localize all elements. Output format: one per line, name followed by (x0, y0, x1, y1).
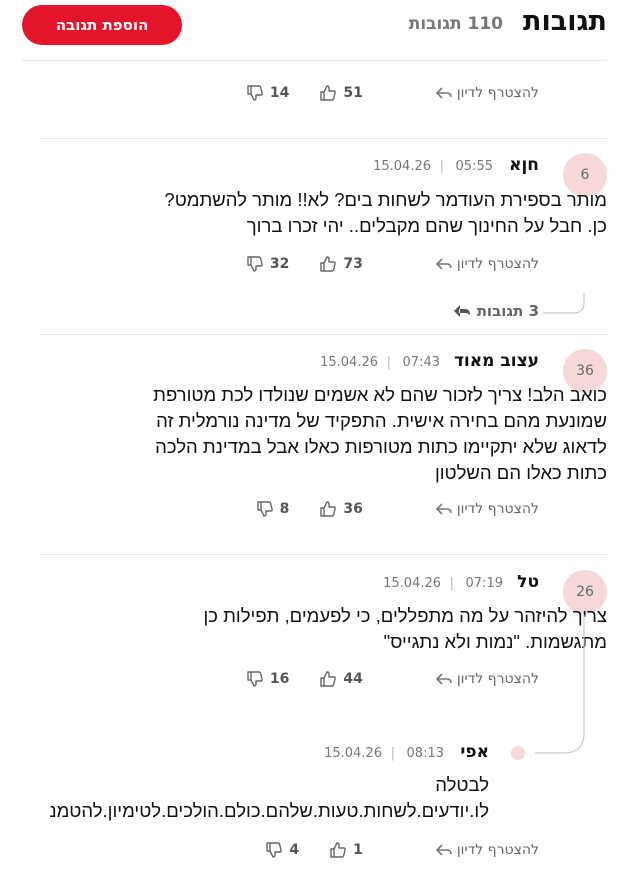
dislike-count: 32 (269, 256, 290, 272)
like-button[interactable]: 51 (319, 84, 363, 102)
comments-count: 110 תגובות (408, 14, 503, 34)
dislike-button[interactable]: 16 (246, 670, 289, 688)
comment-actions: להצטרף לדיון 44 16 (159, 666, 539, 692)
reply-author: אפי (460, 742, 489, 762)
top-actions: להצטרף לדיון 51 14 (159, 80, 539, 106)
replies-count-label: 3 תגובות (476, 302, 539, 320)
comment-time: 05:55 (455, 159, 493, 174)
thumbs-down-icon (246, 670, 264, 688)
comment-time: 07:43 (402, 355, 440, 370)
comment-date: 15.04.26 (320, 355, 378, 370)
reply-actions: להצטרף לדיון 1 4 (139, 837, 539, 863)
meta-separator: | (390, 746, 395, 761)
like-count: 44 (343, 671, 363, 687)
join-discussion-link[interactable]: להצטרף לדיון (435, 256, 539, 272)
comment-line: כן. חבל על החינוך שהם מקבלים.. יהי זכרו … (246, 215, 607, 236)
dislike-count: 14 (269, 85, 290, 101)
thumbs-up-icon (319, 500, 337, 518)
add-comment-button[interactable]: הוספת תגובה (22, 5, 182, 45)
comment-date: 15.04.26 (383, 576, 441, 591)
comment-line: לדאוג שלא יתקיימו כתות מטורפות כאלו אבל … (155, 436, 607, 457)
join-discussion-label: להצטרף לדיון (456, 842, 539, 858)
like-count: 51 (343, 85, 363, 101)
divider (22, 60, 607, 61)
like-button[interactable]: 73 (319, 255, 363, 273)
dislike-count: 8 (279, 501, 290, 517)
show-replies-button[interactable]: 3 תגובות (453, 302, 539, 320)
join-discussion-label: להצטרף לדיון (456, 671, 539, 687)
dislike-button[interactable]: 8 (256, 500, 290, 518)
comment-line: מותר בספירת העודמר לשחות בים? לא!! מותר … (164, 189, 607, 210)
divider (40, 334, 607, 335)
reply-time: 08:13 (406, 746, 444, 761)
reply-line: לבטלה (435, 774, 489, 795)
reply-text: לבטלה לו.יודעים.לשחות.טעות.שלהם.כולם.הול… (0, 772, 489, 824)
like-button[interactable]: 1 (329, 841, 363, 859)
thumbs-up-icon (319, 84, 337, 102)
reply-avatar-dot (511, 746, 525, 760)
dislike-button[interactable]: 14 (246, 84, 289, 102)
comment-actions: להצטרף לדיון 36 8 (159, 496, 539, 522)
like-count: 1 (353, 842, 363, 858)
divider (40, 138, 607, 139)
reply-line: לו.יודעים.לשחות.טעות.שלהם.כולם.הולכים.לט… (49, 800, 489, 821)
join-discussion-link[interactable]: להצטרף לדיון (435, 85, 539, 101)
divider (40, 554, 607, 555)
like-count: 36 (343, 501, 363, 517)
like-button[interactable]: 44 (319, 670, 363, 688)
reply-arrow-icon (435, 85, 453, 101)
thumbs-down-icon (246, 255, 264, 273)
thumbs-up-icon (319, 255, 337, 273)
join-discussion-link[interactable]: להצטרף לדיון (435, 501, 539, 517)
thread-connector (535, 615, 585, 755)
reply-arrow-icon (435, 501, 453, 517)
dislike-button[interactable]: 32 (246, 255, 289, 273)
comment-date: 15.04.26 (373, 159, 431, 174)
like-count: 73 (343, 256, 363, 272)
join-discussion-label: להצטרף לדיון (456, 256, 539, 272)
comment-line: כתות כאלו הם השלטון (434, 462, 607, 483)
thumbs-up-icon (329, 841, 347, 859)
like-button[interactable]: 36 (319, 500, 363, 518)
dislike-button[interactable]: 4 (265, 841, 299, 859)
comment-time: 07:19 (465, 576, 503, 591)
thumbs-down-icon (256, 500, 274, 518)
reply-arrow-icon (435, 256, 453, 272)
thread-connector (543, 293, 585, 315)
meta-separator: | (439, 159, 444, 174)
comment-text: כואב הלב! צריך לזכור שהם לא אשמים שנולדו… (153, 382, 607, 486)
comment-author: טל (517, 572, 539, 592)
thumbs-down-icon (265, 841, 283, 859)
comment-author: חןא (509, 155, 539, 175)
meta-separator: | (449, 576, 454, 591)
dislike-count: 4 (289, 842, 300, 858)
join-discussion-link[interactable]: להצטרף לדיון (435, 671, 539, 687)
reply-arrow-icon (435, 671, 453, 687)
reply-arrow-icon (435, 842, 453, 858)
join-discussion-link[interactable]: להצטרף לדיון (435, 842, 539, 858)
join-discussion-label: להצטרף לדיון (456, 501, 539, 517)
meta-separator: | (386, 355, 391, 370)
comment-actions: להצטרף לדיון 73 32 (159, 251, 539, 277)
comment-text: מותר בספירת העודמר לשחות בים? לא!! מותר … (164, 187, 607, 239)
comment-author: עצוב מאוד (453, 351, 539, 371)
thumbs-down-icon (246, 84, 264, 102)
dislike-count: 16 (269, 671, 290, 687)
comment-line: כואב הלב! צריך לזכור שהם לא אשמים שנולדו… (153, 384, 607, 405)
join-discussion-label: להצטרף לדיון (456, 85, 539, 101)
comments-title: תגובות (523, 6, 607, 37)
comment-line: שמונעת מהם בחירה אישית. התפקיד של מדינה … (156, 410, 607, 431)
thumbs-up-icon (319, 670, 337, 688)
reply-date: 15.04.26 (324, 746, 382, 761)
replies-arrow-icon (453, 303, 471, 319)
